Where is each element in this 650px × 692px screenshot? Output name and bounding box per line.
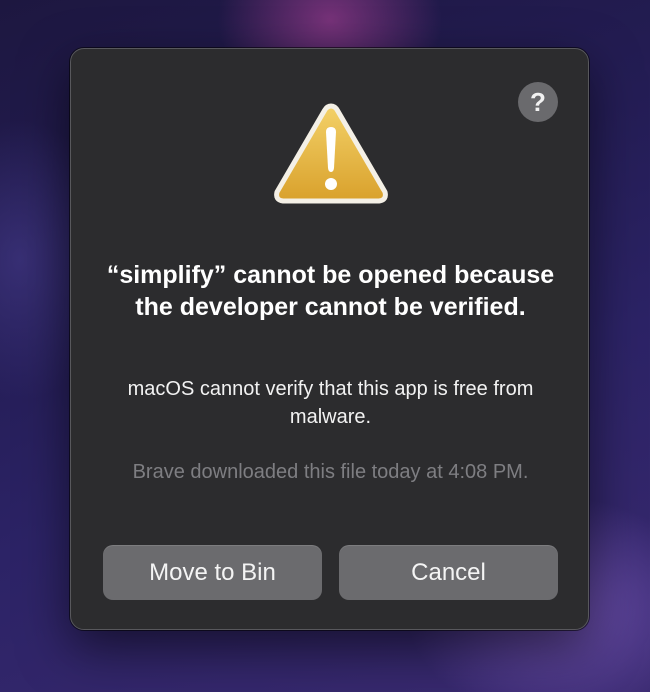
help-button[interactable]: ?: [518, 82, 558, 122]
move-to-bin-button[interactable]: Move to Bin: [103, 545, 322, 600]
dialog-title: “simplify” cannot be opened because the …: [106, 261, 555, 321]
warning-icon: [274, 103, 388, 204]
cancel-button[interactable]: Cancel: [339, 545, 558, 600]
download-info-text: Brave downloaded this file today at 4:08…: [132, 461, 529, 483]
dialog-message: macOS cannot verify that this app is fre…: [127, 378, 534, 428]
security-alert-dialog: ? “simplify” cannot be opened because th…: [70, 48, 589, 630]
